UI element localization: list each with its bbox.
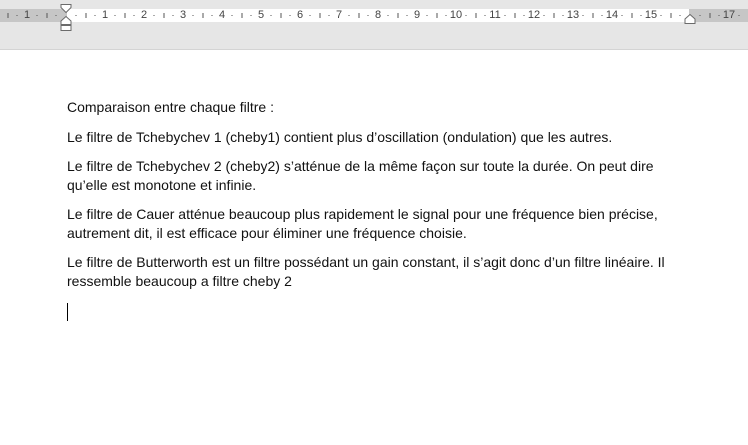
ruler-tick [397,13,398,18]
ruler-tick [640,15,642,16]
ruler-tick [75,15,77,16]
ruler-tick [514,13,515,18]
ruler-tick [523,15,525,16]
ruler-tick [270,15,272,16]
ruler-tick [124,13,125,18]
paragraph[interactable]: Le filtre de Tchebychev 2 (cheby2) s’att… [67,157,687,194]
ruler-tick [387,15,389,16]
ruler-tick [465,15,467,16]
ruler-tick [582,15,584,16]
paragraph[interactable]: Le filtre de Cauer atténue beaucoup plus… [67,205,687,242]
ruler-number: 13 [566,9,580,21]
first-line-indent-marker[interactable] [60,4,72,14]
ruler-tick [358,13,359,18]
ruler-tick [192,15,194,16]
ruler-tick [289,15,291,16]
ruler-tick [436,13,437,18]
ruler-number: 1 [101,9,109,21]
ruler-number: 9 [413,9,421,21]
paragraph[interactable]: Comparaison entre chaque filtre : [67,98,687,117]
ruler-tick [46,13,47,18]
ruler-tick [475,13,476,18]
right-indent-marker[interactable] [684,14,696,24]
ruler-number: 6 [296,9,304,21]
ruler-tick [202,13,203,18]
ruler-tick [85,13,86,18]
ruler-tick [241,13,242,18]
ruler-tick [36,15,38,16]
ruler-tick [553,13,554,18]
ruler-number: 10 [449,9,463,21]
ruler-tick [631,13,632,18]
ruler-tick [55,15,57,16]
ruler-tick [543,15,545,16]
horizontal-ruler[interactable]: 1 1 2 3 4 5 6 7 8 9 10 11 12 13 14 15 17 [0,0,748,32]
ruler-tick [114,15,116,16]
ruler-number: 12 [527,9,541,21]
ruler-number: 11 [489,9,501,21]
ruler-tick [504,15,506,16]
ruler-tick [601,15,603,16]
ruler-tick [250,15,252,16]
ruler-tick [562,15,564,16]
ruler-number: 8 [374,9,382,21]
ruler-tick [367,15,369,16]
ruler-tick [172,15,174,16]
ruler-tick [163,13,164,18]
ruler-tick [592,13,593,18]
ruler-tick [660,15,662,16]
ruler-tick [153,15,155,16]
ruler-number: 1 [23,9,31,21]
ruler-tick [348,15,350,16]
ruler-number: 14 [605,9,619,21]
ruler-tick [328,15,330,16]
ruler-number: 15 [644,9,658,21]
ruler-tick [621,15,623,16]
hanging-indent-marker[interactable] [60,16,72,32]
ruler-tick [445,15,447,16]
paragraph[interactable]: Le filtre de Butterworth est un filtre p… [67,253,687,290]
ruler-number: 4 [218,9,226,21]
ruler-number: 3 [179,9,187,21]
document-body[interactable]: Comparaison entre chaque filtre : Le fil… [67,98,687,301]
text-cursor [67,303,68,321]
ruler-number: 7 [335,9,343,21]
ruler-tick [484,15,486,16]
ruler-tick [709,13,710,18]
ruler-tick [679,15,681,16]
ruler-tick [7,13,8,18]
ruler-tick [718,15,720,16]
ruler-tick [280,13,281,18]
ruler-tick [319,13,320,18]
ruler-tick [16,15,18,16]
ruler-tick [133,15,135,16]
ruler-number: 5 [257,9,265,21]
ruler-number: 17 [722,9,736,21]
ruler-tick [94,15,96,16]
ruler-tick [406,15,408,16]
ruler-tick [738,15,740,16]
ruler-tick [670,13,671,18]
ruler-tick [699,15,701,16]
ruler-tick [211,15,213,16]
ruler-tick [309,15,311,16]
paragraph[interactable]: Le filtre de Tchebychev 1 (cheby1) conti… [67,128,687,147]
ruler-number: 2 [140,9,148,21]
ruler-tick [231,15,233,16]
ruler-tick [426,15,428,16]
